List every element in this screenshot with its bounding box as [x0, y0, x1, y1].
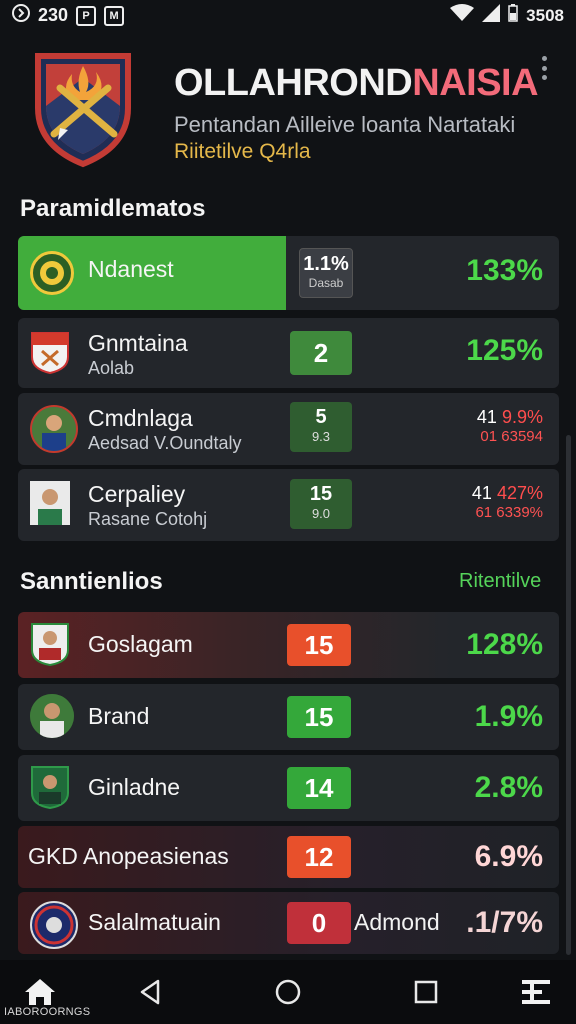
duo-change: 427% [496, 483, 543, 503]
row-name: Brand [88, 703, 150, 729]
list-item[interactable]: GKD Anopeasienas 12 6.9% [18, 826, 559, 888]
list-item[interactable]: Goslagam 15 128% [18, 612, 559, 678]
app-notification-icon: P [76, 5, 97, 26]
stat-box: 1.1% Dasab [299, 248, 353, 298]
stat-box: 15 9.0 [290, 479, 352, 529]
list-item[interactable]: Ginladne 14 2.8% [18, 755, 559, 821]
battery-text: 3508 [526, 5, 564, 25]
row-percentage: 133% [466, 254, 543, 287]
recents-icon[interactable] [406, 972, 446, 1012]
section-title-1: Paramidlematos [20, 195, 206, 222]
row-subtitle: Rasane Cotohj [88, 509, 208, 529]
stat-box: 2 [290, 331, 352, 375]
row-name: Gnmtaina [88, 330, 188, 356]
list-item[interactable]: Ndanest 1.1% Dasab 133% [18, 236, 559, 310]
row-percentage: .1/7% [466, 906, 543, 939]
player-avatar [30, 622, 70, 666]
row-percentage-block: 41 9.9% 01 63594 [477, 407, 543, 445]
back-icon[interactable] [130, 972, 170, 1012]
row-percentage-block: 41 427% 61 6339% [472, 483, 543, 521]
stat-top: 1.1% [303, 253, 349, 275]
row-percentage: 1.9% [474, 700, 543, 733]
row-name: Salalmatuain [88, 909, 221, 935]
player-avatar [30, 481, 70, 525]
duo-subvalue: 01 63594 [480, 428, 543, 445]
battery-icon [508, 4, 518, 27]
player-avatar [30, 694, 74, 738]
duo-value: 41 [476, 407, 497, 427]
stat-box: 12 [287, 836, 351, 878]
app-title-main: OLLAHROND [174, 62, 413, 104]
stat-box: 0 [287, 902, 351, 944]
row-subtitle: Aolab [88, 358, 135, 378]
stat-box: 14 [287, 767, 351, 809]
row-name: Ginladne [88, 774, 181, 800]
app-title: OLLAHRONDNAISIA [174, 62, 539, 105]
status-bar: 230 P M 3508 [0, 0, 576, 30]
app-tagline: Riitetilve Q4rla [174, 140, 311, 163]
list-item[interactable]: Cerpaliey Rasane Cotohj 15 9.0 41 427% 6… [18, 469, 559, 541]
stat-box: 15 [287, 696, 351, 738]
team-logo-icon [30, 331, 70, 375]
status-time: 230 [38, 5, 69, 25]
stat-bottom: 9.0 [311, 506, 331, 521]
kebab-menu-icon[interactable] [540, 56, 548, 80]
stat-bottom: Dasab [308, 276, 344, 290]
row-name: Cmdnlaga [88, 405, 193, 431]
list-item[interactable]: Salalmatuain 0 Admond .1/7% [18, 892, 559, 954]
status-left: 230 P M [12, 4, 125, 27]
player-avatar [30, 405, 78, 453]
home-label: IABOROORNGS [4, 1006, 91, 1018]
notification-icon [12, 4, 30, 27]
team-logo-icon [30, 901, 78, 949]
list-item[interactable]: Cmdnlaga Aedsad V.Oundtaly 5 9.3 41 9.9%… [18, 393, 559, 465]
team-logo-icon [30, 251, 74, 295]
app-title-highlight: NAISIA [412, 62, 539, 104]
row-name: GKD Anopeasienas [28, 843, 229, 869]
player-avatar [30, 765, 70, 809]
app-subtitle: Pentandan Ailleive loanta Nartataki [174, 112, 516, 137]
stat-top: 15 [309, 483, 333, 505]
list-item[interactable]: Gnmtaina Aolab 2 125% [18, 318, 559, 388]
row-extra-label: Admond [354, 909, 440, 935]
wifi-icon [450, 4, 475, 27]
row-percentage: 2.8% [474, 771, 543, 804]
section-link[interactable]: Ritentilve [459, 570, 541, 593]
row-name: Ndanest [88, 256, 174, 282]
stat-top: 5 [315, 406, 327, 428]
stat-box: 5 9.3 [290, 402, 352, 452]
row-percentage: 128% [466, 628, 543, 661]
row-name: Cerpaliey [88, 481, 186, 507]
message-notification-icon: M [104, 5, 125, 26]
duo-subvalue: 61 6339% [475, 504, 543, 521]
row-name: Goslagam [88, 631, 193, 657]
stat-box: 15 [287, 624, 351, 666]
status-right: 3508 [450, 4, 564, 27]
stat-bottom: 9.3 [311, 429, 331, 444]
scrollbar[interactable] [566, 435, 571, 955]
list-item[interactable]: Brand 15 1.9% [18, 684, 559, 750]
row-subtitle: Aedsad V.Oundtaly [88, 433, 242, 453]
signal-icon [482, 4, 501, 27]
circle-home-icon[interactable] [268, 972, 308, 1012]
row-percentage: 125% [466, 334, 543, 367]
duo-change: 9.9% [501, 407, 543, 427]
menu-lines-icon[interactable] [516, 972, 556, 1012]
crest-shield-icon [30, 48, 136, 168]
section-title-2: Sanntienlios [20, 568, 163, 595]
duo-value: 41 [471, 483, 492, 503]
row-percentage: 6.9% [474, 840, 543, 873]
